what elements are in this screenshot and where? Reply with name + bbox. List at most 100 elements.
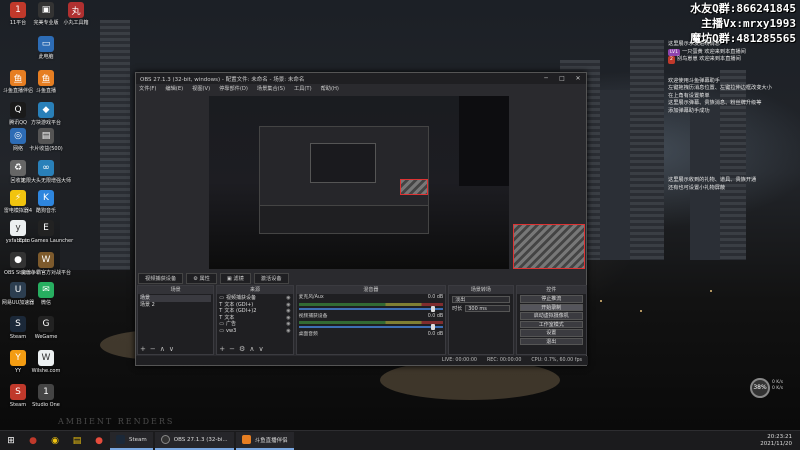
- move-up-icon[interactable]: ∧: [249, 345, 254, 353]
- volume-meter: [298, 302, 444, 306]
- hatched-source[interactable]: [513, 224, 585, 269]
- desktop-icon-label: Wilshe.com: [31, 368, 61, 374]
- app-icon: G: [38, 316, 54, 332]
- add-icon[interactable]: +: [140, 345, 146, 353]
- obs-title: OBS 27.1.3 (32-bit, windows) - 配置文件: 未命名…: [140, 76, 305, 83]
- wallpaper-light: [640, 310, 642, 312]
- close-icon[interactable]: ✕: [570, 75, 586, 82]
- menu-docks[interactable]: 停靠部件(D): [219, 85, 248, 92]
- desktop-icon-label: 此电脑: [38, 54, 54, 60]
- tab-properties[interactable]: ⚙ 属性: [186, 272, 217, 284]
- menu-edit[interactable]: 编辑(E): [165, 85, 183, 92]
- desktop-icon[interactable]: W Wilshe.com: [28, 350, 64, 374]
- desktop-icon-label: Steam: [9, 334, 27, 340]
- menu-scene-collection[interactable]: 场景集合(S): [257, 85, 285, 92]
- source-name: vw3: [226, 327, 237, 334]
- wallpaper-light: [380, 360, 560, 400]
- desktop-icon[interactable]: ▭ 此电脑: [28, 36, 64, 60]
- desktop-icon[interactable]: ∞ 无限大头无限增强大师: [21, 160, 71, 184]
- app-icon[interactable]: ●: [91, 433, 107, 449]
- chat-system-msg: 这里展示弹幕、贵族消息、粉丝牌升级等: [668, 100, 762, 106]
- desktop-icon[interactable]: K 酷狗音乐: [28, 190, 64, 214]
- volume-slider[interactable]: [298, 324, 444, 330]
- desktop-icon[interactable]: G WeGame: [28, 316, 64, 340]
- gear-icon[interactable]: ⚙: [239, 345, 245, 353]
- tab-filters[interactable]: ▣ 滤镜: [219, 272, 251, 284]
- menu-tools[interactable]: 工具(T): [294, 85, 312, 92]
- source-item[interactable]: ▭ vw3 ◉: [219, 328, 290, 335]
- speed-widget[interactable]: 38%: [750, 378, 770, 398]
- taskbar-app-douyu[interactable]: 斗鱼直播伴侣: [235, 431, 294, 450]
- app-icon: U: [10, 282, 26, 298]
- chrome-icon[interactable]: ◉: [47, 433, 63, 449]
- desktop-icon-label: Studio One: [32, 402, 60, 408]
- windows-start-icon[interactable]: ⊞: [3, 433, 19, 449]
- taskbar-clock[interactable]: 20:23:21 2021/11/20: [760, 434, 800, 448]
- studio-mode-button[interactable]: 工作室模式: [519, 320, 583, 328]
- app-icon: S: [10, 384, 26, 400]
- obs-titlebar[interactable]: OBS 27.1.3 (32-bit, windows) - 配置文件: 未命名…: [136, 73, 586, 84]
- scene-item[interactable]: 场景 2: [140, 302, 211, 309]
- desktop-icon[interactable]: W 魔兽争霸官方对战平台: [21, 252, 71, 276]
- app-icon: W: [38, 252, 54, 268]
- net-download: 0 K/s: [772, 386, 784, 391]
- audio-mixer-dock: 混音器 麦克风/Aux 0.0 dB 视频捕获设备 0.0 dB 桌面音频 0.0 d…: [295, 285, 447, 355]
- wallpaper-light: [710, 290, 712, 292]
- tab-source-name[interactable]: 视频捕获设备: [138, 272, 184, 284]
- eye-icon[interactable]: ◉: [286, 328, 290, 335]
- duration-input[interactable]: 300 ms: [465, 305, 510, 312]
- transitions-header: 场景转场: [449, 286, 513, 294]
- obs-window[interactable]: OBS 27.1.3 (32-bit, windows) - 配置文件: 未命名…: [135, 72, 588, 366]
- taskbar-app-label: OBS 27.1.3 (32-bi...: [173, 436, 228, 443]
- obs-preview[interactable]: [209, 96, 509, 269]
- sources-header: 来源: [217, 286, 293, 294]
- desktop-icon[interactable]: E Epic Games Launcher: [19, 220, 73, 244]
- desktop-icon[interactable]: 丸小丸工具箱: [58, 2, 94, 26]
- preview-overlay-text-area: [459, 96, 509, 186]
- desktop-icon[interactable]: 1 Studio One: [28, 384, 64, 408]
- maximize-icon[interactable]: □: [554, 75, 570, 82]
- desktop-icon-label: 酷狗音乐: [35, 208, 56, 214]
- settings-button[interactable]: 设置: [519, 329, 583, 337]
- volume-slider[interactable]: [298, 305, 444, 312]
- wechat-text: 主播Vx:mrxy1993: [701, 17, 796, 30]
- start-virtual-camera-button[interactable]: 启动虚拟摄像机: [519, 312, 583, 320]
- app-icon[interactable]: ●: [25, 433, 41, 449]
- desktop-icon[interactable]: 鱼斗鱼直播: [28, 70, 64, 94]
- exit-button[interactable]: 退出: [519, 337, 583, 345]
- chat-badge: LV1: [668, 48, 680, 56]
- obs-statusbar: LIVE: 00:00:00 REC: 00:00:00 CPU: 0.7%, …: [136, 356, 588, 365]
- app-icon: ▭: [38, 36, 54, 52]
- menu-help[interactable]: 帮助(H): [321, 85, 339, 92]
- app-icon: ●: [10, 252, 26, 268]
- remove-icon[interactable]: −: [150, 345, 156, 353]
- desktop-icon[interactable]: ◆ 方块游戏平台: [28, 102, 64, 126]
- remove-icon[interactable]: −: [229, 345, 235, 353]
- move-down-icon[interactable]: ∨: [169, 345, 174, 353]
- desktop-icon[interactable]: ▤ 卡片收益(500): [28, 128, 64, 152]
- channel-name: 桌面音频: [298, 332, 318, 337]
- app-icon: S: [10, 316, 26, 332]
- move-down-icon[interactable]: ∨: [258, 345, 263, 353]
- file-explorer-icon[interactable]: ▤: [69, 433, 85, 449]
- transition-select[interactable]: 淡出: [452, 296, 510, 303]
- menu-view[interactable]: 视图(V): [192, 85, 210, 92]
- minimize-icon[interactable]: ─: [538, 75, 554, 82]
- add-icon[interactable]: +: [219, 345, 225, 353]
- start-recording-button[interactable]: 开始录制: [519, 303, 583, 311]
- steam-icon: [116, 435, 125, 444]
- mixer-channel: 视频捕获设备 0.0 dB: [298, 314, 444, 330]
- taskbar-app-steam[interactable]: Steam: [110, 431, 153, 450]
- stop-streaming-button[interactable]: 停止推流: [519, 295, 583, 303]
- chat-system-msg: 在上角有设置菜单: [668, 92, 710, 99]
- nested-obs-preview: [259, 126, 429, 234]
- desktop-icon-label: 11平台: [9, 20, 27, 26]
- desktop-icon[interactable]: ✉ 微信: [28, 282, 64, 306]
- desktop-icon-label: 魔兽争霸官方对战平台: [21, 270, 72, 276]
- chat-message-text: 一只蛋黄 欢迎来到本直播间: [681, 48, 746, 55]
- wallpaper-building: [600, 90, 630, 260]
- taskbar-app-obs[interactable]: OBS 27.1.3 (32-bi...: [154, 431, 234, 450]
- menu-file[interactable]: 文件(F): [139, 85, 156, 92]
- move-up-icon[interactable]: ∧: [160, 345, 165, 353]
- tab-activate[interactable]: 激活设备: [253, 272, 289, 284]
